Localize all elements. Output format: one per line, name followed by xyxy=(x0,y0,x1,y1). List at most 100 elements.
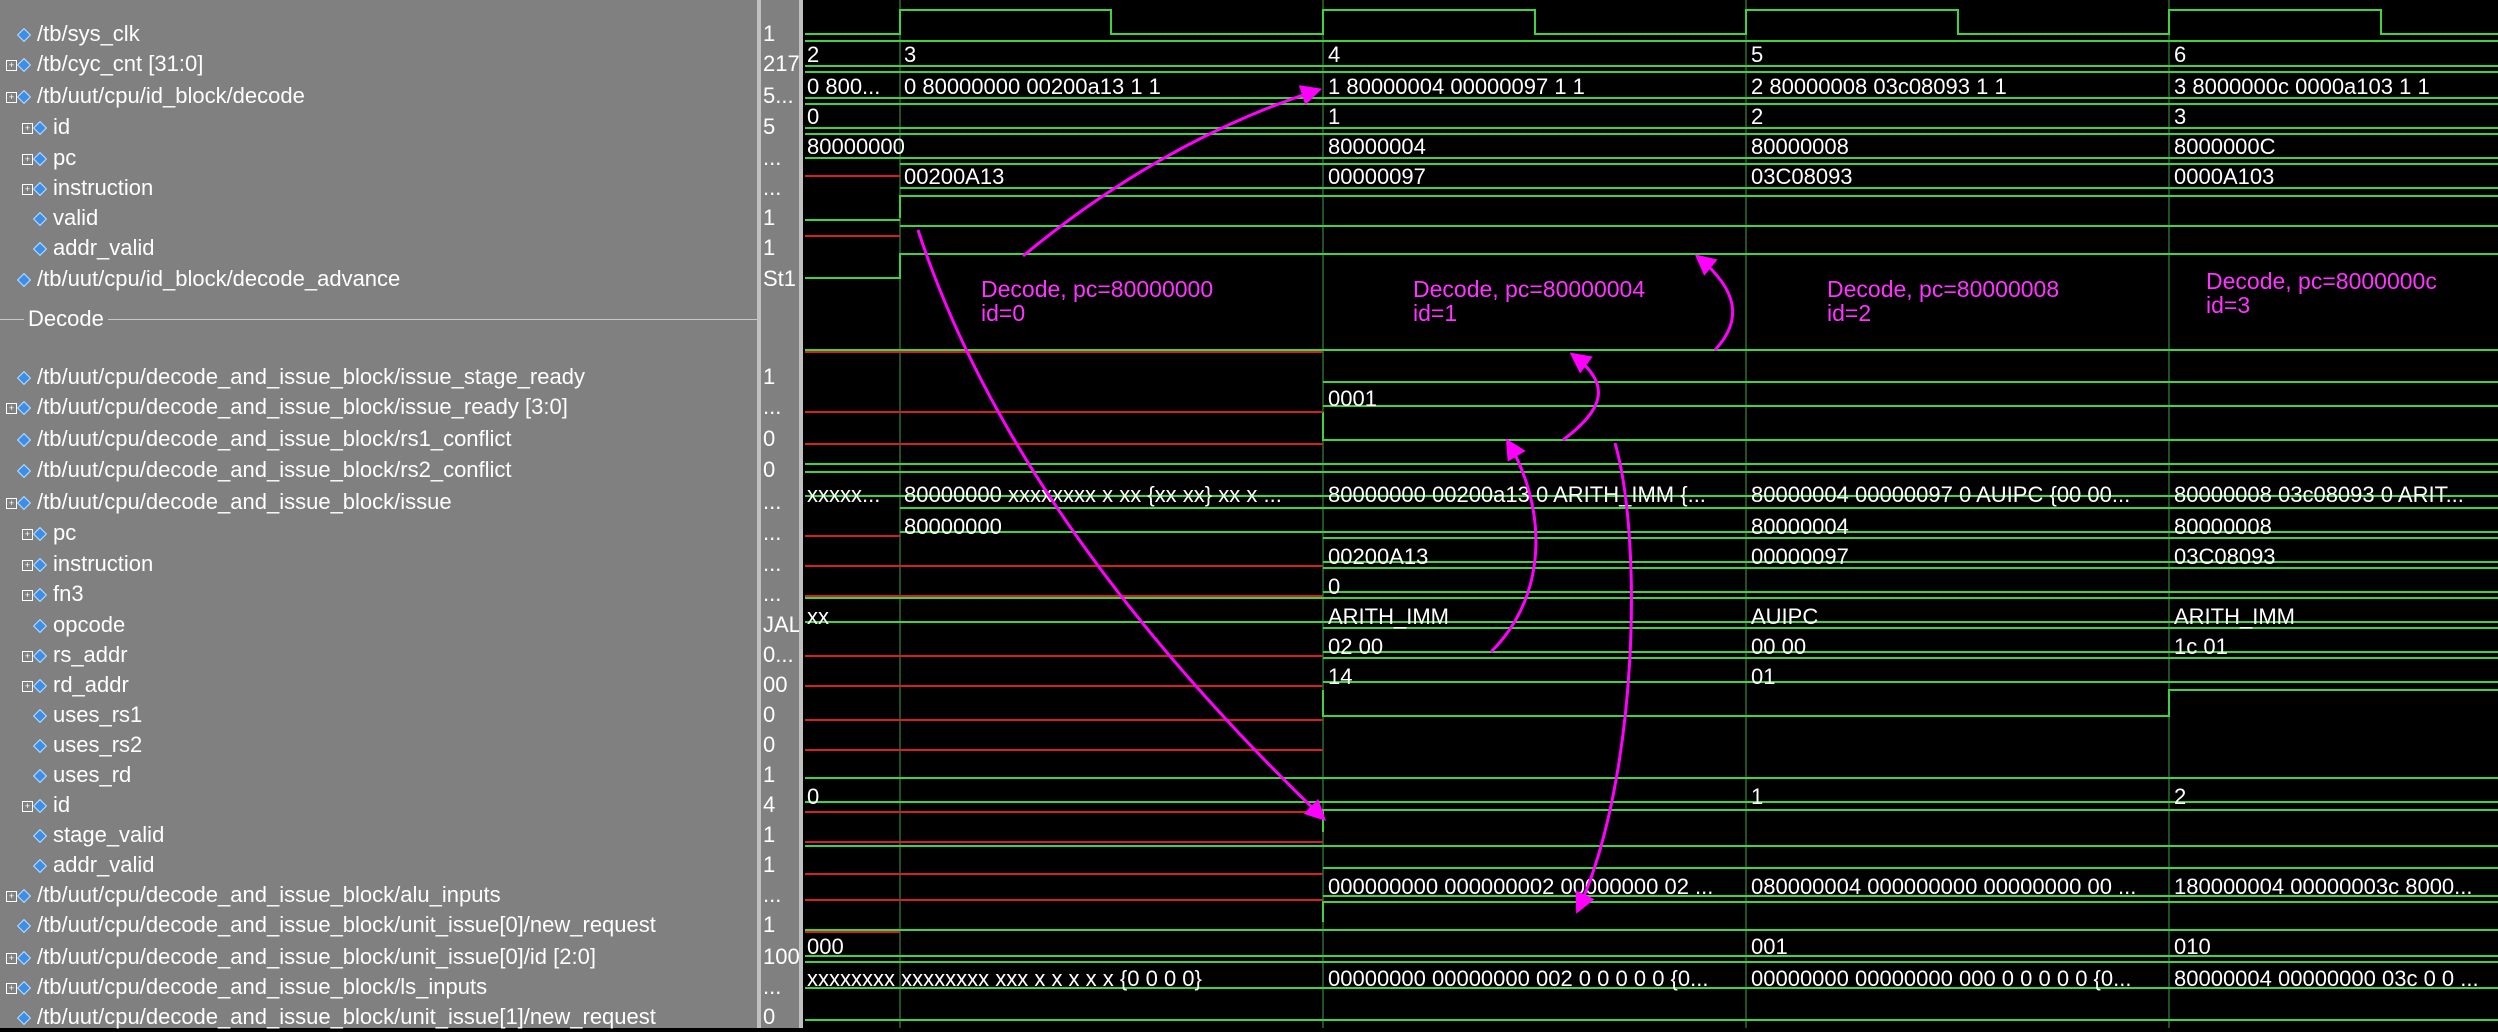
signal-row[interactable]: + /tb/uut/cpu/id_block/decode xyxy=(6,81,305,111)
expand-icon[interactable]: + xyxy=(6,402,17,414)
bus-value: 03C08093 xyxy=(1751,164,1853,189)
signal-name: uses_rd xyxy=(53,762,132,787)
annotation-label: Decode, pc=80000004 xyxy=(1413,276,1645,302)
signal-row[interactable]: + instruction xyxy=(22,549,153,579)
signal-row[interactable]: valid xyxy=(22,203,98,233)
bus-value: 00000000 00000000 000 0 0 0 0 0 {0... xyxy=(1751,966,2131,991)
signal-icon xyxy=(32,679,48,694)
bus-value: xxxxx... xyxy=(807,482,880,507)
expand-icon[interactable]: + xyxy=(6,982,17,994)
expand-icon[interactable]: + xyxy=(22,153,33,165)
annotation-texts: Decode, pc=80000000 id=0 Decode, pc=8000… xyxy=(981,268,2437,326)
signal-row[interactable]: stage_valid xyxy=(22,820,164,850)
signal-row[interactable]: + id xyxy=(22,790,70,820)
signal-icon xyxy=(32,558,48,573)
signal-row[interactable]: + pc xyxy=(22,518,76,548)
signal-row[interactable]: + /tb/uut/cpu/decode_and_issue_block/alu_… xyxy=(6,880,501,910)
annotation-label: Decode, pc=8000000c xyxy=(2206,268,2437,294)
signal-name: /tb/sys_clk xyxy=(37,21,140,46)
signal-icon xyxy=(32,769,48,784)
expand-icon[interactable]: + xyxy=(22,559,33,571)
signal-row[interactable]: + /tb/uut/cpu/decode_and_issue_block/issu… xyxy=(6,392,568,422)
signal-row[interactable]: addr_valid xyxy=(22,233,155,263)
bus-value: 00200A13 xyxy=(904,164,1004,189)
bus-value: AUIPC xyxy=(1751,604,1818,629)
signal-icon xyxy=(16,889,32,904)
bus-value: 3 xyxy=(2174,104,2186,129)
signal-name: /tb/uut/cpu/decode_and_issue_block/issue… xyxy=(37,394,568,419)
annotation-label: id=1 xyxy=(1413,300,1457,326)
signal-value: 1 xyxy=(763,21,776,46)
signal-row[interactable]: opcode xyxy=(22,610,125,640)
signal-row[interactable]: /tb/uut/cpu/decode_and_issue_block/rs1_c… xyxy=(6,424,512,454)
bus-value: xxxxxxxx xxxxxxxx xxx x x x x x {0 0 0 0… xyxy=(807,966,1202,991)
signal-icon xyxy=(16,28,32,43)
signal-icon xyxy=(32,649,48,664)
bus-value: 01 xyxy=(1751,664,1775,689)
signal-row[interactable]: + fn3 xyxy=(22,579,84,609)
signal-name: rd_addr xyxy=(53,672,129,697)
expand-icon[interactable]: + xyxy=(22,589,33,601)
expand-icon[interactable]: + xyxy=(22,800,33,812)
group-label: Decode xyxy=(24,306,108,332)
expand-icon[interactable]: + xyxy=(22,183,33,195)
signal-row[interactable]: + rs_addr xyxy=(22,640,128,670)
signal-icon xyxy=(32,527,48,542)
signal-name: /tb/uut/cpu/decode_and_issue_block/unit_… xyxy=(37,1004,656,1029)
signal-name: /tb/uut/cpu/decode_and_issue_block/alu_i… xyxy=(37,882,501,907)
signal-value: 100 xyxy=(763,944,799,969)
signal-row[interactable]: /tb/uut/cpu/decode_and_issue_block/rs2_c… xyxy=(6,455,512,485)
signal-icon xyxy=(32,152,48,167)
bus-value: 5 xyxy=(1751,42,1763,67)
signal-icon xyxy=(16,401,32,416)
signal-row[interactable]: + /tb/uut/cpu/decode_and_issue_block/issu… xyxy=(6,487,452,517)
signal-row[interactable]: + /tb/uut/cpu/decode_and_issue_block/ls_i… xyxy=(6,972,487,1002)
signal-row[interactable]: + rd_addr xyxy=(22,670,129,700)
expand-icon[interactable]: + xyxy=(22,122,33,134)
signal-icon xyxy=(16,1011,32,1026)
waveform-pane[interactable]: 2 3 4 5 6 0 800... 0 80000000 00200a13 1 1 1 80… xyxy=(803,0,2498,1028)
signal-value: 5... xyxy=(763,83,794,108)
expand-icon[interactable]: + xyxy=(6,91,17,103)
expand-icon[interactable]: + xyxy=(22,528,33,540)
signal-icon xyxy=(32,182,48,197)
bus-value: 0 80000000 00200a13 1 1 xyxy=(904,74,1161,99)
signal-icon xyxy=(16,919,32,934)
signal-name: pc xyxy=(53,520,77,545)
signal-icon xyxy=(16,981,32,996)
signal-row[interactable]: /tb/uut/cpu/decode_and_issue_block/issue… xyxy=(6,362,585,392)
bus-value: 010 xyxy=(2174,934,2211,959)
signal-row[interactable]: /tb/uut/cpu/id_block/decode_advance xyxy=(6,264,400,294)
signal-row[interactable]: uses_rd xyxy=(22,760,131,790)
signal-row[interactable]: /tb/sys_clk xyxy=(6,19,140,49)
bus-value: 00200A13 xyxy=(1328,544,1428,569)
expand-icon[interactable]: + xyxy=(22,680,33,692)
signal-row[interactable]: addr_valid xyxy=(22,850,155,880)
bus-value: 3 xyxy=(904,42,916,67)
signal-row[interactable]: uses_rs2 xyxy=(22,730,142,760)
signal-row[interactable]: + id xyxy=(22,112,70,142)
signal-row[interactable]: /tb/uut/cpu/decode_and_issue_block/unit_… xyxy=(6,910,656,940)
bus-value: 000000000 000000002 00000000 02 ... xyxy=(1328,874,1713,899)
expand-icon[interactable]: + xyxy=(6,59,17,71)
signal-name: /tb/uut/cpu/decode_and_issue_block/issue xyxy=(37,489,452,514)
signal-row[interactable]: + pc xyxy=(22,143,76,173)
signal-row[interactable]: + /tb/uut/cpu/decode_and_issue_block/unit… xyxy=(6,942,596,972)
signal-icon xyxy=(16,951,32,966)
bus-value: 80000000 xyxy=(904,514,1002,539)
bus-value: 1 80000004 00000097 1 1 xyxy=(1328,74,1585,99)
expand-icon[interactable]: + xyxy=(6,952,17,964)
expand-icon[interactable]: + xyxy=(6,890,17,902)
signal-row[interactable]: + instruction xyxy=(22,173,153,203)
signal-name: /tb/uut/cpu/id_block/decode_advance xyxy=(37,266,401,291)
signal-values-pane: 1 217 5... 5...... 1 1 St1 1... 0 0............ JA… xyxy=(761,0,799,1028)
expand-icon[interactable]: + xyxy=(6,497,17,509)
bus-value: ARITH_IMM xyxy=(1328,604,1449,629)
expand-icon[interactable]: + xyxy=(22,650,33,662)
bus-value: 6 xyxy=(2174,42,2186,67)
signal-row[interactable]: + /tb/cyc_cnt [31:0] xyxy=(6,49,203,79)
signal-name: /tb/uut/cpu/decode_and_issue_block/unit_… xyxy=(37,944,596,969)
bus-value: 80000008 xyxy=(2174,514,2272,539)
signal-row[interactable]: uses_rs1 xyxy=(22,700,142,730)
group-divider-decode[interactable]: Decode xyxy=(0,306,757,332)
